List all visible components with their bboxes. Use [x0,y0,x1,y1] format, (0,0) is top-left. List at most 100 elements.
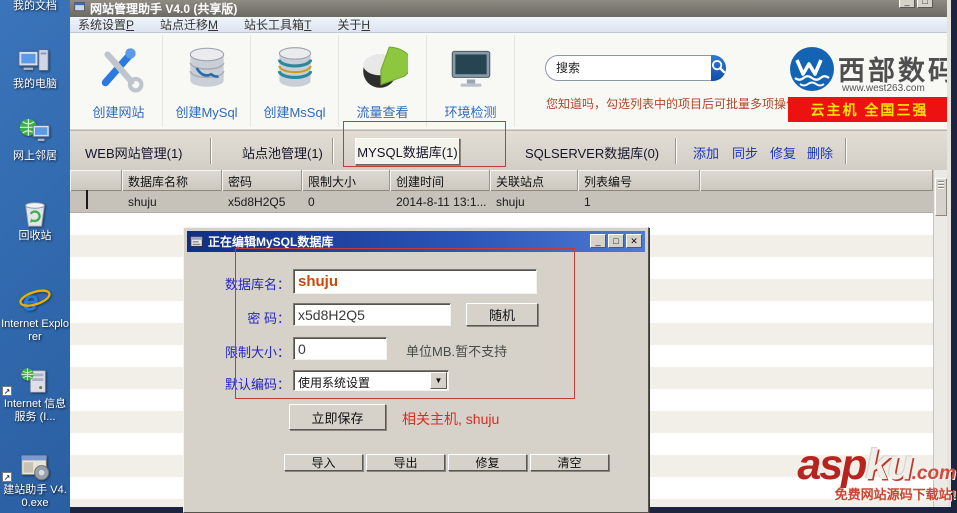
desktop-icon-label: 网上邻居 [13,150,57,162]
brand-url: www.west263.com [842,83,925,94]
watermark-com: .com [911,463,956,484]
watermark-tagline: 免费网站源码下载站! [834,487,956,502]
desktop-icon-label: 回收站 [18,230,52,242]
header-linked-site[interactable]: 关联站点 [490,170,578,191]
related-host-note: 相关主机, shuju [402,411,500,427]
create-website-button[interactable]: 创建网站 [75,35,163,127]
export-button[interactable]: 导出 [366,454,445,471]
dialog-minimize-icon[interactable]: _ [590,234,606,248]
app-titlebar: 网站管理助手 V4.0 (共享版) _ □ [70,0,951,17]
dialog-maximize-icon[interactable]: □ [608,234,624,248]
site-builder-icon: ↗ [0,450,70,484]
shortcut-arrow-icon: ↗ [2,386,12,396]
desktop-icon-network-places[interactable]: 网上邻居 [0,116,70,163]
environment-check-button[interactable]: 环境检测 [427,35,515,127]
header-database-name[interactable]: 数据库名称 [122,170,222,191]
west263-logo-icon[interactable] [788,45,836,93]
svg-text:e: e [23,285,39,317]
tab-sqlserver-databases[interactable]: SQLSERVER数据库(0) [525,143,659,162]
header-password[interactable]: 密码 [222,170,302,191]
search-input[interactable] [545,55,711,81]
repair-button[interactable]: 修复 [448,454,527,471]
search-icon [711,59,726,77]
menu-system-settings[interactable]: 系统设置P [78,16,134,33]
row-checkbox[interactable] [86,190,88,209]
tab-separator [332,138,334,164]
annotation-rect-dialog-fields [235,248,575,399]
tab-site-pool[interactable]: 站点池管理(1) [242,143,323,162]
cell-password: x5d8H2Q5 [228,195,286,209]
minimize-icon[interactable]: _ [899,0,915,8]
search-area [545,55,726,81]
recycle-bin-icon [0,196,70,230]
desktop: 我的文档 我的电脑 网上邻居 回收站 e Internet Explorer ↗… [0,0,70,513]
desktop-icon-label: Internet 信息服务 (I... [3,398,67,423]
mysql-database-icon [182,47,232,97]
toolbar: 创建网站 创建MySql 创建MsSql 流量查看 环境检测 搜索 您知道吗，勾… [70,33,955,130]
clear-button[interactable]: 清空 [530,454,609,471]
watermark-asp: asp [797,441,867,489]
header-created-time[interactable]: 创建时间 [390,170,490,191]
watermark-ku: ku [865,441,913,489]
create-mssql-button[interactable]: 创建MsSql [251,35,339,127]
pie-chart-icon [358,46,412,97]
header-size-limit[interactable]: 限制大小 [302,170,390,191]
menu-about[interactable]: 关于H [337,16,370,33]
menu-site-migration[interactable]: 站点迁移M [160,16,218,33]
tools-icon [94,48,144,97]
desktop-icon-recycle-bin[interactable]: 回收站 [0,196,70,243]
app-window-icon [74,0,86,17]
annotation-rect-mysql-tab [343,121,506,167]
tab-web-sites[interactable]: WEB网站管理(1) [85,143,183,162]
search-button[interactable] [711,55,726,81]
screen-right-edge [951,0,957,513]
network-places-icon [0,116,70,150]
app-title: 网站管理助手 V4.0 (共享版) [90,2,238,16]
tabbar: WEB网站管理(1) 站点池管理(1) MYSQL数据库(1) SQLSERVE… [70,130,951,170]
aspku-watermark: aspku.com 免费网站源码下载站! [768,441,956,502]
monitor-icon [446,50,496,97]
mssql-database-icon [270,47,320,97]
desktop-icon-my-documents[interactable]: 我的文档 [0,0,70,13]
menubar: 系统设置P 站点迁移M 站长工具箱T 关于H [70,17,951,33]
desktop-icon-iis[interactable]: ↗ Internet 信息服务 (I... [0,364,70,424]
desktop-icon-label: 我的文档 [13,0,57,12]
create-mysql-button[interactable]: 创建MySql [163,35,251,127]
desktop-icon-internet-explorer[interactable]: e Internet Explorer [0,284,70,344]
import-button[interactable]: 导入 [284,454,363,471]
cell-created-time: 2014-8-11 13:1... [396,195,487,209]
tab-separator [210,138,212,164]
desktop-icon-site-builder[interactable]: ↗ 建站助手 V4.0.exe [0,450,70,510]
cell-size-limit: 0 [308,195,315,209]
delete-link[interactable]: 删除 [807,143,833,162]
add-link[interactable]: 添加 [693,143,719,162]
desktop-icon-label: Internet Explorer [1,318,69,343]
my-computer-icon [0,44,70,78]
header-checkbox-column [70,170,122,191]
maximize-icon[interactable]: □ [917,0,933,8]
header-list-number[interactable]: 列表编号 [578,170,700,191]
cell-list-number: 1 [584,195,591,209]
traffic-view-button[interactable]: 流量查看 [339,35,427,127]
cell-database-name: shuju [128,195,157,209]
tab-separator [675,138,677,164]
repair-link[interactable]: 修复 [770,143,796,162]
cell-linked-site: shuju [496,195,525,209]
scrollbar-thumb[interactable] [935,178,947,216]
table-row[interactable]: shuju x5d8H2Q5 0 2014-8-11 13:1... shuju… [70,190,933,213]
desktop-icon-my-computer[interactable]: 我的电脑 [0,44,70,91]
save-button[interactable]: 立即保存 [289,404,386,430]
screen: 我的文档 我的电脑 网上邻居 回收站 e Internet Explorer ↗… [0,0,957,513]
shortcut-arrow-icon: ↗ [2,472,12,482]
dialog-close-icon[interactable]: ✕ [626,234,642,248]
tab-separator [845,138,847,164]
dialog-icon [190,235,204,249]
sync-link[interactable]: 同步 [732,143,758,162]
menu-webmaster-toolbox[interactable]: 站长工具箱T [244,16,311,33]
cloud-host-banner[interactable]: 云主机 全国三强 [788,97,951,122]
table-header: 数据库名称 密码 限制大小 创建时间 关联站点 列表编号 [70,170,933,191]
internet-explorer-icon: e [0,284,70,318]
tip-text: 您知道吗，勾选列表中的项目后可批量多项操作! [546,97,792,111]
iis-icon: ↗ [0,364,70,398]
header-filler [700,170,933,191]
